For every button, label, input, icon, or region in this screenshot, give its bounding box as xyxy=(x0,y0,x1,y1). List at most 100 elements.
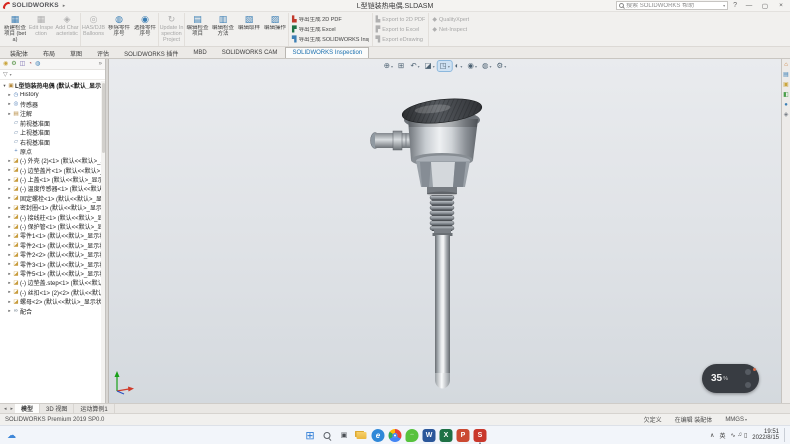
expand-icon[interactable]: ▸ xyxy=(7,252,12,258)
expand-icon[interactable]: ▸ xyxy=(7,177,12,183)
ribbon-small-button[interactable]: ▙ 导出生成 2D PDF xyxy=(292,15,369,24)
taskbar-icon[interactable]: X xyxy=(440,429,453,442)
tree-item[interactable]: ▱ 上视基准面 xyxy=(0,128,105,137)
tree-item[interactable]: ▸ ◪ (-) 边垫盖.step<1> (默认<<默认>_显... xyxy=(0,278,105,287)
panel-tab[interactable]: ◍ xyxy=(35,61,40,67)
tree-item[interactable]: ▸ ◪ (-) 丝扣<1> (2)<2> (默认<<默认>_显... xyxy=(0,288,105,297)
model-spring[interactable] xyxy=(430,195,454,231)
clock[interactable]: 19:51 2022/8/15 xyxy=(752,429,779,442)
show-desktop-button[interactable] xyxy=(784,428,786,442)
weather-widget-icon[interactable]: ☁ xyxy=(7,431,16,440)
panel-tab[interactable]: ◫ xyxy=(20,61,26,67)
restore-button[interactable]: ▢ xyxy=(758,0,772,11)
expand-icon[interactable]: ▸ xyxy=(7,158,12,164)
ribbon-button[interactable]: ◍ 移除零件序号 xyxy=(106,13,132,46)
tray-icon[interactable]: ▯ xyxy=(744,432,747,439)
expand-icon[interactable]: ▸ xyxy=(7,167,12,173)
command-tab[interactable]: 装配体 xyxy=(3,47,35,58)
model-cable-gland[interactable] xyxy=(371,131,414,150)
expand-icon[interactable]: ▾ xyxy=(2,83,7,89)
ribbon-small-button[interactable]: ◆ QualityXpert xyxy=(432,15,469,24)
expand-icon[interactable]: ▸ xyxy=(7,271,12,277)
view-tool-button[interactable]: ◳ ▾ xyxy=(438,61,452,71)
close-button[interactable]: × xyxy=(774,0,788,11)
ribbon-button[interactable]: ▤ 编辑检查项目 xyxy=(184,13,210,46)
ribbon-small-button[interactable]: ▜ 导出生成 SOLIDWORKS Inspection 项目 xyxy=(292,35,369,44)
taskbar-icon[interactable]: P xyxy=(457,429,470,442)
tree-item[interactable]: ▸ ◪ 密封圈<1> (默认<<默认>_显示状态... xyxy=(0,203,105,212)
model-probe-tube[interactable] xyxy=(435,235,450,373)
ribbon-small-button[interactable]: ▛ 导出生成 Excel xyxy=(292,25,369,34)
ribbon-small-button[interactable]: ▜ Export eDrawing xyxy=(376,35,426,44)
search-scope-caret-icon[interactable]: ▾ xyxy=(723,3,725,8)
tree-item[interactable]: ▾ ▣ L型铠装热电偶 (默认<默认_显示状态-1>) xyxy=(0,81,105,90)
taskbar-icon[interactable]: S xyxy=(474,429,487,442)
view-tab[interactable]: 3D 视图 xyxy=(40,404,74,413)
expand-icon[interactable]: ▸ xyxy=(7,299,12,305)
model-lower-collar[interactable] xyxy=(433,229,453,236)
chevron-down-icon[interactable]: ▾ xyxy=(448,64,450,69)
model-probe-tip[interactable] xyxy=(435,373,450,389)
tree-item[interactable]: ▸ ◪ (-) 接线柱<1> (默认<<默认>_显示状... xyxy=(0,212,105,221)
view-tool-button[interactable]: ⊞ xyxy=(396,61,407,71)
filter-caret-icon[interactable]: ▾ xyxy=(10,72,12,77)
taskbar-icon[interactable]: e xyxy=(372,429,385,442)
chevron-down-icon[interactable]: ▾ xyxy=(490,64,492,69)
tree-item[interactable]: ▸ ◪ (-) 外壳 (2)<1> (默认<<默认>_显示状... xyxy=(0,156,105,165)
view-tool-button[interactable]: ↶ ▾ xyxy=(408,61,421,71)
expand-icon[interactable]: ▸ xyxy=(7,308,12,314)
model-hex-nut[interactable] xyxy=(416,156,470,188)
search-input[interactable] xyxy=(626,3,721,9)
status-item[interactable]: 在编辑 装配体 xyxy=(675,415,714,424)
task-pane-icon[interactable]: ◧ xyxy=(783,92,789,98)
panel-flyout-icon[interactable]: » xyxy=(99,61,102,67)
tray-icon[interactable]: ∿ xyxy=(730,432,735,439)
help-button[interactable]: ? xyxy=(730,2,740,9)
tree-item[interactable]: ▸ ◪ 零件2<1> (默认<<默认>_显示状态... xyxy=(0,241,105,250)
chevron-down-icon[interactable]: ▾ xyxy=(433,64,435,69)
task-pane-icon[interactable]: ▤ xyxy=(783,72,789,78)
view-tool-button[interactable]: ◉ ▾ xyxy=(465,61,479,71)
taskbar-icon[interactable] xyxy=(321,429,334,442)
panel-tab[interactable]: ◔ xyxy=(28,61,32,67)
ribbon-button[interactable]: ▦ 新建检查项目 (beta) xyxy=(2,13,28,46)
panel-scrollbar[interactable] xyxy=(101,81,105,403)
tree-item[interactable]: ▸ ▤ 注解 xyxy=(0,109,105,118)
menu-expand-icon[interactable]: ▸ xyxy=(61,3,68,9)
expand-icon[interactable]: ▸ xyxy=(7,111,12,117)
task-pane-icon[interactable]: ⌂ xyxy=(784,62,788,68)
tray-icon[interactable]: ♫ xyxy=(737,432,742,439)
ribbon-button[interactable]: ▦ Edit Inspection xyxy=(28,13,54,46)
expand-icon[interactable]: ▸ xyxy=(7,233,12,239)
command-tab[interactable]: SOLIDWORKS Inspection xyxy=(285,47,369,58)
taskbar-icon[interactable]: ◦◦ xyxy=(406,429,419,442)
ribbon-button[interactable]: ◉ 选择零件序号 xyxy=(132,13,158,46)
tree-item[interactable]: ▸ ◪ 零件3<1> (默认<<默认>_显示状态... xyxy=(0,259,105,268)
tree-item[interactable]: ▸ ◪ (-) 上盖<1> (默认<<默认>_显示状态... xyxy=(0,175,105,184)
task-pane-icon[interactable]: ● xyxy=(784,102,788,108)
view-tab[interactable]: 模型 xyxy=(15,404,40,413)
ime-language-indicator[interactable]: 英 xyxy=(719,431,725,440)
chevron-down-icon[interactable]: ▾ xyxy=(504,64,506,69)
view-tool-button[interactable]: ⚙ ▾ xyxy=(495,61,509,71)
ribbon-button[interactable]: ▥ 编辑检查方法 xyxy=(210,13,236,46)
expand-icon[interactable]: ▸ xyxy=(7,214,12,220)
command-tab[interactable]: SOLIDWORKS 插件 xyxy=(117,47,185,58)
minimize-button[interactable]: — xyxy=(742,0,756,11)
tree-item[interactable]: ▸ ∞ 配合 xyxy=(0,306,105,315)
panel-tab[interactable]: ◉ xyxy=(3,61,8,67)
ribbon-button[interactable]: ▨ 编辑操作 xyxy=(262,13,288,46)
tree-item[interactable]: ▸ ◪ (-) 保护管<1> (默认<<默认>_显示状... xyxy=(0,222,105,231)
panel-tab[interactable]: ⚙ xyxy=(11,61,16,67)
expand-icon[interactable]: ▸ xyxy=(7,195,12,201)
tree-item[interactable]: ▸ ◪ 螺母<2> (默认<<默认>_显示状态... xyxy=(0,297,105,306)
taskbar-icon[interactable]: W xyxy=(423,429,436,442)
taskbar-icon[interactable] xyxy=(389,429,402,442)
tree-item[interactable]: ▸ ◪ 固定螺栓<1> (默认<<默认>_显示状... xyxy=(0,194,105,203)
tree-item[interactable]: ▸ ◪ 零件2<2> (默认<<默认>_显示状态... xyxy=(0,250,105,259)
taskbar-icon[interactable]: ▣ xyxy=(338,429,351,442)
tree-item[interactable]: ▸ ◎ 传感器 xyxy=(0,100,105,109)
chevron-down-icon[interactable]: ▾ xyxy=(460,64,462,69)
view-tool-button[interactable]: ◐ ▾ xyxy=(453,61,465,71)
filter-icon[interactable]: ▽ xyxy=(3,71,8,78)
